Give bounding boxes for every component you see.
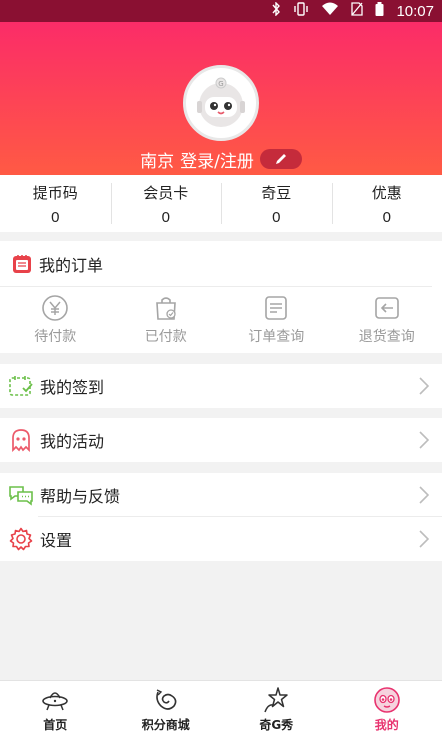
stat-label: 奇豆 [261, 183, 292, 202]
ghost-icon [8, 427, 34, 453]
gear-icon [8, 526, 34, 552]
ufo-icon [42, 692, 69, 711]
order-book-icon [13, 254, 31, 273]
wifi-icon [321, 2, 339, 20]
stat-value: 0 [382, 208, 391, 226]
tab-label: 我的 [374, 718, 399, 732]
stat-beans[interactable]: 奇豆 0 [221, 175, 332, 232]
stat-label: 会员卡 [143, 183, 189, 202]
bottom-tab-bar: 首页 积分商城 奇G秀 我的 [0, 680, 442, 738]
stat-label: 提币码 [32, 183, 78, 202]
order-list-icon [265, 296, 288, 320]
profile-face-icon [373, 687, 400, 713]
no-sim-icon [351, 2, 364, 20]
calendar-check-icon [8, 373, 34, 399]
stat-member-card[interactable]: 会员卡 0 [110, 175, 222, 232]
battery-icon [375, 2, 384, 20]
stat-value: 0 [272, 208, 281, 226]
menu-item-help-feedback[interactable]: 帮助与反馈 [0, 473, 442, 517]
order-item-label: 已付款 [144, 329, 187, 345]
order-shortcuts: 待付款 已付款 订单查询 退货查询 [0, 287, 442, 353]
profile-header: G 南京 登录/注册 [0, 22, 442, 175]
login-register-link[interactable]: 登录/注册 [180, 147, 254, 172]
order-return-query[interactable]: 退货查询 [332, 287, 442, 353]
return-icon [374, 297, 399, 319]
menu-item-settings[interactable]: 设置 [0, 517, 442, 561]
tab-label: 积分商城 [141, 718, 190, 732]
svg-text:G: G [218, 80, 223, 88]
city-label[interactable]: 南京 [140, 147, 174, 172]
location-login-row: 南京 登录/注册 [0, 147, 442, 172]
my-orders-title: 我的订单 [39, 255, 104, 275]
stat-value: 0 [161, 208, 170, 226]
clock: 10:07 [396, 2, 434, 20]
tab-label: 首页 [43, 718, 68, 732]
status-bar: 10:07 [0, 0, 442, 22]
vibrate-icon [293, 2, 309, 20]
my-orders-header[interactable]: 我的订单 [0, 241, 432, 287]
yen-coin-icon [42, 295, 69, 321]
menu-label: 我的签到 [40, 378, 105, 397]
sign-in-section: 我的签到 [0, 364, 442, 408]
order-item-label: 订单查询 [248, 329, 305, 345]
order-pending-payment[interactable]: 待付款 [0, 287, 111, 353]
stat-coupons[interactable]: 优惠 0 [331, 175, 442, 232]
chat-bubbles-icon [8, 482, 34, 508]
tab-label: 奇G秀 [259, 718, 294, 732]
help-settings-section: 帮助与反馈 设置 [0, 473, 442, 561]
menu-label: 我的活动 [40, 432, 105, 451]
chevron-right-icon [418, 529, 430, 549]
order-paid[interactable]: 已付款 [111, 287, 222, 353]
menu-item-activities[interactable]: 我的活动 [0, 418, 442, 462]
bluetooth-icon [271, 1, 281, 20]
tab-points-mall[interactable]: 积分商城 [111, 681, 222, 738]
tab-show[interactable]: 奇G秀 [221, 681, 332, 738]
robot-avatar-icon: G [197, 77, 245, 127]
order-item-label: 待付款 [34, 329, 77, 345]
paid-bag-icon [155, 297, 176, 320]
tab-mine[interactable]: 我的 [332, 681, 442, 738]
order-query[interactable]: 订单查询 [221, 287, 332, 353]
activities-section: 我的活动 [0, 418, 442, 462]
stat-label: 优惠 [371, 183, 402, 202]
menu-label: 帮助与反馈 [40, 487, 121, 506]
stats-bar: 提币码 0 会员卡 0 奇豆 0 优惠 0 [0, 175, 442, 232]
chevron-right-icon [418, 376, 430, 396]
stat-coin-code[interactable]: 提币码 0 [0, 175, 111, 232]
show-star-icon [264, 687, 288, 713]
points-mall-icon [155, 689, 177, 710]
order-item-label: 退货查询 [358, 329, 415, 345]
edit-profile-button[interactable] [259, 149, 302, 169]
tab-home[interactable]: 首页 [0, 681, 111, 738]
chevron-right-icon [418, 485, 430, 505]
menu-item-sign-in[interactable]: 我的签到 [0, 364, 442, 408]
avatar[interactable]: G [183, 65, 259, 141]
stat-value: 0 [51, 208, 60, 226]
pencil-icon [275, 154, 286, 164]
chevron-right-icon [418, 430, 430, 450]
my-orders-section: 我的订单 待付款 已付款 订单查询 退货查询 [0, 241, 442, 353]
menu-label: 设置 [40, 531, 73, 550]
